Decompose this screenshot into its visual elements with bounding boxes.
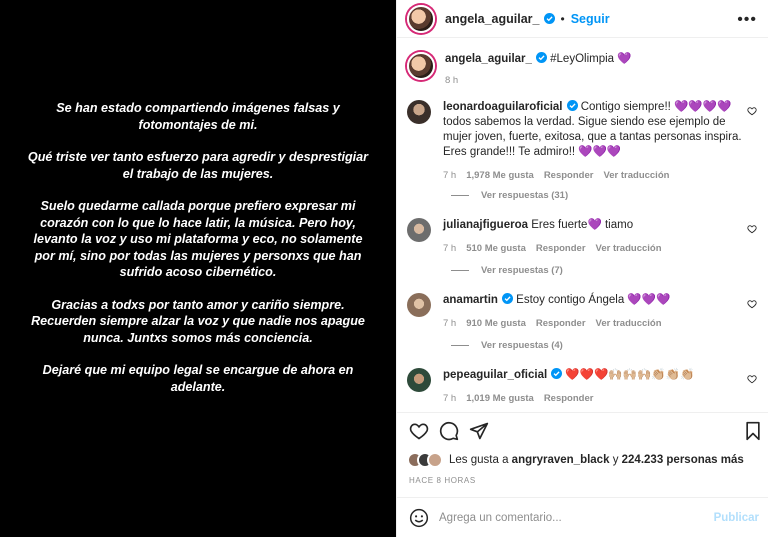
heart-icon[interactable] [747,299,757,309]
translate-button[interactable]: Ver traducción [596,243,662,254]
caption-body: angela_aguilar_ #LeyOlimpia 💜 8 h [445,52,745,88]
replies-line [451,269,469,271]
comment-username[interactable]: pepeaguilar_oficial [443,369,547,381]
more-icon[interactable]: ••• [737,11,757,29]
verified-badge-icon [501,293,513,304]
translate-button[interactable]: Ver traducción [603,170,669,181]
view-replies-label[interactable]: Ver respuestas (7) [481,265,563,276]
heart-icon[interactable] [747,106,757,116]
likes-count[interactable]: 224.233 personas más [622,454,744,466]
reply-button[interactable]: Responder [536,318,586,329]
header-separator: • [560,11,565,26]
share-icon[interactable] [469,421,489,441]
view-replies-label[interactable]: Ver respuestas (4) [481,340,563,351]
caption-username[interactable]: angela_aguilar_ [445,53,532,65]
post-image[interactable]: Se han estado compartiendo imágenes fals… [0,0,396,537]
follow-button[interactable]: Seguir [571,12,610,26]
replies-line [451,344,469,346]
post-timestamp[interactable]: HACE 8 HORAS [409,476,476,485]
comments-list[interactable]: angela_aguilar_ #LeyOlimpia 💜 8 h leonar… [397,38,768,410]
view-replies-button[interactable]: Ver respuestas (31) [451,190,568,201]
caption-avatar[interactable] [407,52,435,80]
action-bar [397,412,768,448]
comment-username[interactable]: julianajfigueroa [443,219,528,231]
comment-likes[interactable]: 510 Me gusta [466,243,526,254]
comment-text: Estoy contigo Ángela 💜💜💜 [516,294,671,306]
comment-item: julianajfigueroa Eres fuerte💜 tiamo 7 h 5… [407,218,757,256]
view-replies-label[interactable]: Ver respuestas (31) [481,190,568,201]
comment-item: pepeaguilar_oficial ❤️❤️❤️🙌🏼🙌🏼🙌🏼👏🏼👏🏼👏🏼 7… [407,368,757,406]
story-paragraph: Qué triste ver tanto esfuerzo para agred… [27,150,369,181]
comment-time: 7 h [443,393,457,404]
post-comment-button[interactable]: Publicar [714,512,759,524]
verified-badge-icon [543,12,555,24]
story-paragraph: Gracias a todxs por tanto amor y cariño … [31,297,365,345]
reply-button[interactable]: Responder [544,393,594,404]
comment-time: 7 h [443,243,457,254]
comment-body: leonardoaguilaroficial Contigo siempre!!… [443,100,743,183]
heart-icon[interactable] [409,421,429,441]
author-avatar[interactable] [407,4,435,33]
comment-body: anamartin Estoy contigo Ángela 💜💜💜 7 h 91… [443,293,743,331]
story-paragraph: Suelo quedarme callada porque prefiero e… [33,199,363,279]
caption: angela_aguilar_ #LeyOlimpia 💜 8 h [407,52,757,88]
author-username-text[interactable]: angela_aguilar_ [445,12,540,26]
heart-icon[interactable] [747,374,757,384]
author-username[interactable]: angela_aguilar_ [445,12,555,26]
emoji-icon[interactable] [409,508,429,528]
comment-username[interactable]: anamartin [443,294,498,306]
comment-composer: Publicar [397,497,768,537]
post-side-panel: angela_aguilar_ • Seguir ••• angela_agui… [396,0,768,537]
comment-icon[interactable] [439,421,459,441]
story-paragraph: Dejaré que mi equipo legal se encargue d… [42,363,354,394]
comment-username[interactable]: leonardoaguilaroficial [443,101,563,113]
liker-avatar[interactable] [427,452,443,468]
post-viewer: Se han estado compartiendo imágenes fals… [0,0,768,537]
comment-text: ❤️❤️❤️🙌🏼🙌🏼🙌🏼👏🏼👏🏼👏🏼 [565,369,695,381]
view-replies-button[interactable]: Ver respuestas (4) [451,340,563,351]
story-paragraph: Se han estado compartiendo imágenes fals… [56,101,340,132]
comment-text: Eres fuerte💜 tiamo [531,219,634,231]
likes-conj: y [612,454,619,466]
comment-likes[interactable]: 910 Me gusta [466,318,526,329]
commenter-avatar[interactable] [407,218,431,242]
post-header: angela_aguilar_ • Seguir ••• [397,0,768,38]
bookmark-icon[interactable] [743,421,763,441]
translate-button[interactable]: Ver traducción [596,318,662,329]
commenter-avatar[interactable] [407,293,431,317]
post-image-text: Se han estado compartiendo imágenes fals… [22,100,374,411]
comment-likes[interactable]: 1,978 Me gusta [466,170,534,181]
likes-summary: Les gusta a angryraven_black y 224.233 p… [407,452,744,468]
replies-line [451,194,469,196]
likes-prefix: Les gusta a [449,454,509,466]
verified-badge-icon [566,100,578,111]
caption-text: #LeyOlimpia 💜 [550,53,632,65]
reply-button[interactable]: Responder [536,243,586,254]
reply-button[interactable]: Responder [544,170,594,181]
likes-text: Les gusta a angryraven_black y 224.233 p… [449,454,744,466]
commenter-avatar[interactable] [407,368,431,392]
commenter-avatar[interactable] [407,100,431,124]
liker-username[interactable]: angryraven_black [512,454,610,466]
caption-time: 8 h [445,75,459,86]
comment-likes[interactable]: 1,019 Me gusta [466,393,534,404]
comment-input[interactable] [439,511,699,524]
comment-body: julianajfigueroa Eres fuerte💜 tiamo 7 h 5… [443,218,743,256]
comment-item: anamartin Estoy contigo Ángela 💜💜💜 7 h 91… [407,293,757,331]
verified-badge-icon [551,368,563,379]
comment-time: 7 h [443,170,457,181]
comment-body: pepeaguilar_oficial ❤️❤️❤️🙌🏼🙌🏼🙌🏼👏🏼👏🏼👏🏼 7… [443,368,743,406]
heart-icon[interactable] [747,224,757,234]
comment-time: 7 h [443,318,457,329]
view-replies-button[interactable]: Ver respuestas (7) [451,265,563,276]
verified-badge-icon [535,52,547,63]
comment-item: leonardoaguilaroficial Contigo siempre!!… [407,100,757,183]
